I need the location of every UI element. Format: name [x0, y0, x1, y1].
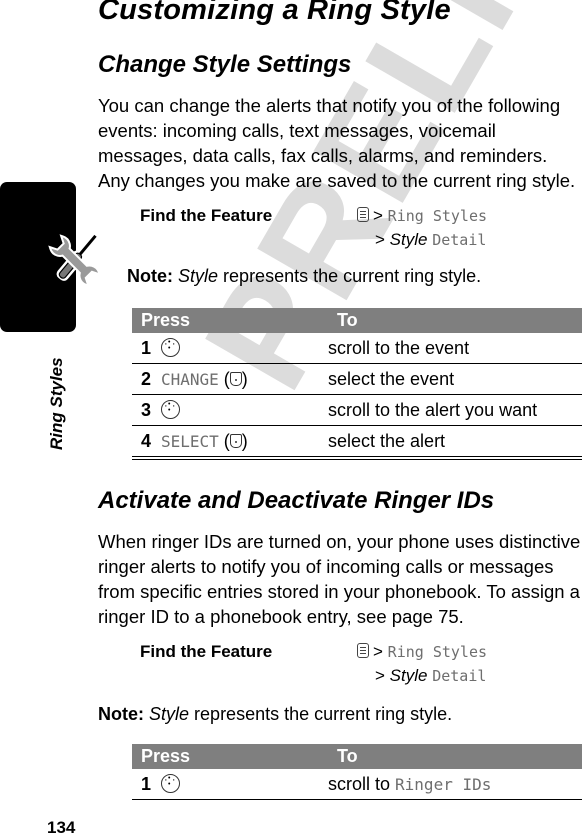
style-placeholder: Style: [389, 666, 428, 685]
menu-item-ring-styles: Ring Styles: [387, 207, 488, 225]
step-action: scroll to the event: [328, 333, 582, 364]
nav-key-icon: ••: [161, 337, 180, 357]
softkey-label-change: CHANGE: [161, 369, 219, 389]
path-sep: >: [375, 230, 385, 249]
softkey-label-select: SELECT: [161, 431, 219, 451]
path-sep: >: [373, 206, 383, 225]
step-action: scroll to the alert you want: [328, 394, 582, 426]
nav-key-icon: ••: [161, 399, 180, 419]
note-text: represents the current ring style.: [189, 704, 453, 724]
step-action: scroll to Ringer IDs: [328, 769, 582, 800]
section-paragraph: You can change the alerts that notify yo…: [98, 95, 576, 191]
header-press: Press: [132, 744, 328, 769]
table-header-row: Press To: [132, 744, 582, 769]
table-header-row: Press To: [132, 308, 582, 333]
note-text: represents the current ring style.: [218, 266, 482, 286]
section-heading-ringer-ids: Activate and Deactivate Ringer IDs: [98, 487, 495, 514]
menu-key-icon: [357, 643, 369, 658]
header-press: Press: [132, 308, 328, 333]
soft-key-icon: [229, 433, 242, 448]
step-action-text: scroll to: [328, 773, 396, 794]
path-sep: >: [373, 642, 383, 661]
page-number: 134: [47, 818, 76, 837]
step-number: 4: [132, 425, 161, 460]
header-to: To: [328, 744, 582, 769]
side-tab-label: Ring Styles: [47, 357, 66, 450]
page-title: Customizing a Ring Style: [98, 0, 451, 26]
press-table: Press To 1 •• scroll to the event 2 CHAN…: [132, 308, 582, 460]
find-feature-label: Find the Feature: [140, 206, 273, 225]
table-row: 1 •• scroll to Ringer IDs: [132, 769, 582, 800]
table-row: 4 SELECT () select the alert: [132, 425, 582, 460]
section-paragraph: When ringer IDs are turned on, your phon…: [98, 531, 581, 627]
path-sep: >: [375, 666, 385, 685]
menu-key-icon: [357, 207, 369, 222]
note-italic: Style: [178, 266, 219, 286]
find-feature-path: > Ring Styles > Style Detail: [357, 204, 487, 252]
menu-item-ringer-ids: Ringer IDs: [395, 774, 492, 794]
menu-item-detail: Detail: [432, 231, 487, 249]
step-number: 1: [132, 333, 161, 364]
section-heading-change-style: Change Style Settings: [98, 51, 352, 78]
step-number: 2: [132, 363, 161, 395]
note-italic: Style: [149, 704, 190, 724]
table-row: 2 CHANGE () select the event: [132, 363, 582, 395]
step-action: select the alert: [328, 425, 582, 460]
note-label: Note:: [127, 266, 173, 286]
table-row: 1 •• scroll to the event: [132, 333, 582, 364]
note: Note: Style represents the current ring …: [98, 704, 452, 725]
step-number: 3: [132, 394, 161, 426]
note: Note: Style represents the current ring …: [127, 266, 481, 287]
wrench-screwdriver-icon: [48, 231, 102, 288]
menu-item-detail: Detail: [432, 667, 487, 685]
menu-item-ring-styles: Ring Styles: [387, 643, 488, 661]
table-row: 3 •• scroll to the alert you want: [132, 394, 582, 426]
nav-key-icon: ••: [161, 773, 180, 793]
find-feature-path: > Ring Styles > Style Detail: [357, 640, 487, 688]
style-placeholder: Style: [389, 230, 428, 249]
press-table: Press To 1 •• scroll to Ringer IDs: [132, 744, 582, 800]
step-action: select the event: [328, 363, 582, 395]
note-label: Note:: [98, 704, 144, 724]
soft-key-icon: [229, 371, 242, 386]
header-to: To: [328, 308, 582, 333]
find-feature-label: Find the Feature: [140, 642, 273, 661]
step-number: 1: [132, 769, 161, 800]
